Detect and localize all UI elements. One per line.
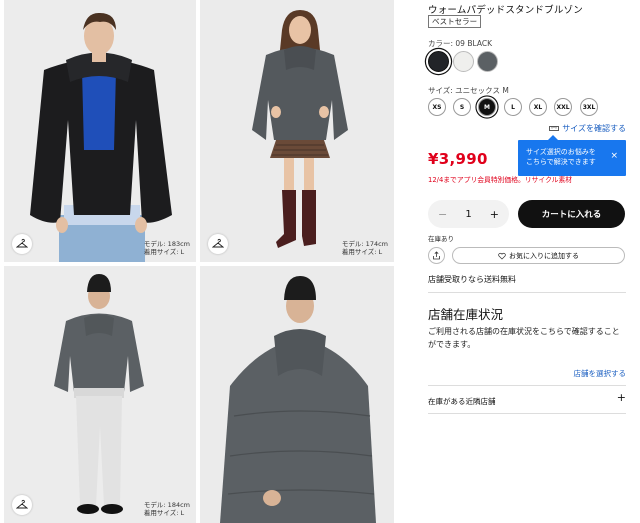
ruler-icon bbox=[549, 126, 560, 131]
try-on-hanger-button[interactable] bbox=[12, 495, 32, 515]
hanger-icon bbox=[16, 238, 28, 248]
size-option-l[interactable]: L bbox=[504, 98, 522, 116]
hanger-icon bbox=[16, 499, 28, 509]
size-option-xl[interactable]: XL bbox=[529, 98, 547, 116]
size-option-xs[interactable]: XS bbox=[428, 98, 446, 116]
color-swatch-gray[interactable] bbox=[477, 51, 498, 72]
quantity-stepper: − 1 + bbox=[428, 200, 509, 228]
model-info-3: モデル: 184cm 着用サイズ: L bbox=[144, 501, 190, 517]
model-size: 着用サイズ: L bbox=[341, 248, 383, 256]
model-image-3 bbox=[4, 266, 196, 523]
product-photo-1[interactable]: モデル: 183cm 着用サイズ: L bbox=[4, 0, 196, 262]
store-stock-description: ご利用される店舗の在庫状況をこちらで確認することができます。 bbox=[428, 327, 620, 349]
try-on-hanger-button[interactable] bbox=[208, 234, 228, 254]
heart-icon bbox=[498, 252, 506, 259]
select-store-link[interactable]: 店舗を選択する bbox=[574, 368, 627, 379]
model-image-4 bbox=[200, 266, 394, 523]
color-swatch-black[interactable] bbox=[428, 51, 449, 72]
stock-status: 在庫あり bbox=[428, 235, 454, 243]
product-price: ¥3,990 bbox=[428, 150, 488, 168]
store-stock-heading: 店舗在庫状況 bbox=[428, 307, 504, 322]
decrease-quantity-button[interactable]: − bbox=[438, 208, 447, 221]
try-on-hanger-button[interactable] bbox=[12, 234, 32, 254]
color-swatch-white[interactable] bbox=[453, 51, 474, 72]
model-height: モデル: 183cm bbox=[143, 240, 190, 248]
model-height: モデル: 174cm bbox=[341, 240, 388, 248]
size-option-s[interactable]: S bbox=[453, 98, 471, 116]
size-option-xxl[interactable]: XXL bbox=[554, 98, 572, 116]
size-check-label: サイズを確認する bbox=[562, 124, 626, 133]
size-help-tooltip[interactable]: サイズ選択のお悩みを こちらで解決できます × bbox=[518, 135, 626, 176]
quantity-value[interactable]: 1 bbox=[465, 209, 471, 220]
shipping-note: 店舗受取りなら送料無料 bbox=[428, 275, 516, 284]
nearby-stores-label[interactable]: 在庫がある近隣店舗 bbox=[428, 396, 496, 407]
share-button[interactable] bbox=[428, 247, 445, 264]
divider bbox=[428, 413, 626, 414]
add-to-cart-button[interactable]: カートに入れる bbox=[518, 200, 625, 228]
close-icon[interactable]: × bbox=[610, 152, 618, 161]
hanger-icon bbox=[212, 238, 224, 248]
product-photo-4[interactable] bbox=[200, 266, 394, 523]
product-detail-panel: ウォームパデッドスタンドブルゾン ベストセラー カラー: 09 BLACK サイ… bbox=[420, 0, 630, 523]
model-info-1: モデル: 183cm 着用サイズ: L bbox=[144, 240, 190, 256]
divider bbox=[428, 292, 626, 293]
size-label: サイズ: ユニセックス M bbox=[428, 86, 509, 95]
size-option-m[interactable]: M bbox=[478, 98, 496, 116]
model-info-2: モデル: 174cm 着用サイズ: L bbox=[342, 240, 388, 256]
size-check-link[interactable]: サイズを確認する bbox=[549, 123, 626, 134]
add-to-favorites-button[interactable]: お気に入りに追加する bbox=[452, 247, 625, 264]
favorites-label: お気に入りに追加する bbox=[509, 251, 579, 260]
size-option-3xl[interactable]: 3XL bbox=[580, 98, 598, 116]
share-icon bbox=[433, 251, 440, 260]
model-image-1 bbox=[4, 0, 196, 262]
product-photo-3[interactable]: モデル: 184cm 着用サイズ: L bbox=[4, 266, 196, 523]
bestseller-badge: ベストセラー bbox=[428, 15, 482, 28]
model-image-2 bbox=[200, 0, 394, 262]
model-size: 着用サイズ: L bbox=[143, 248, 185, 256]
model-height: モデル: 184cm bbox=[143, 501, 190, 509]
product-title: ウォームパデッドスタンドブルゾン bbox=[428, 5, 583, 16]
product-photo-2[interactable]: モデル: 174cm 着用サイズ: L bbox=[200, 0, 394, 262]
product-gallery: モデル: 183cm 着用サイズ: L モデル: 174cm 着用サイズ: L … bbox=[0, 0, 398, 523]
model-size: 着用サイズ: L bbox=[143, 509, 185, 517]
divider bbox=[428, 385, 626, 386]
increase-quantity-button[interactable]: + bbox=[490, 208, 499, 221]
expand-plus-icon[interactable]: + bbox=[617, 391, 626, 404]
color-label: カラー: 09 BLACK bbox=[428, 39, 492, 48]
